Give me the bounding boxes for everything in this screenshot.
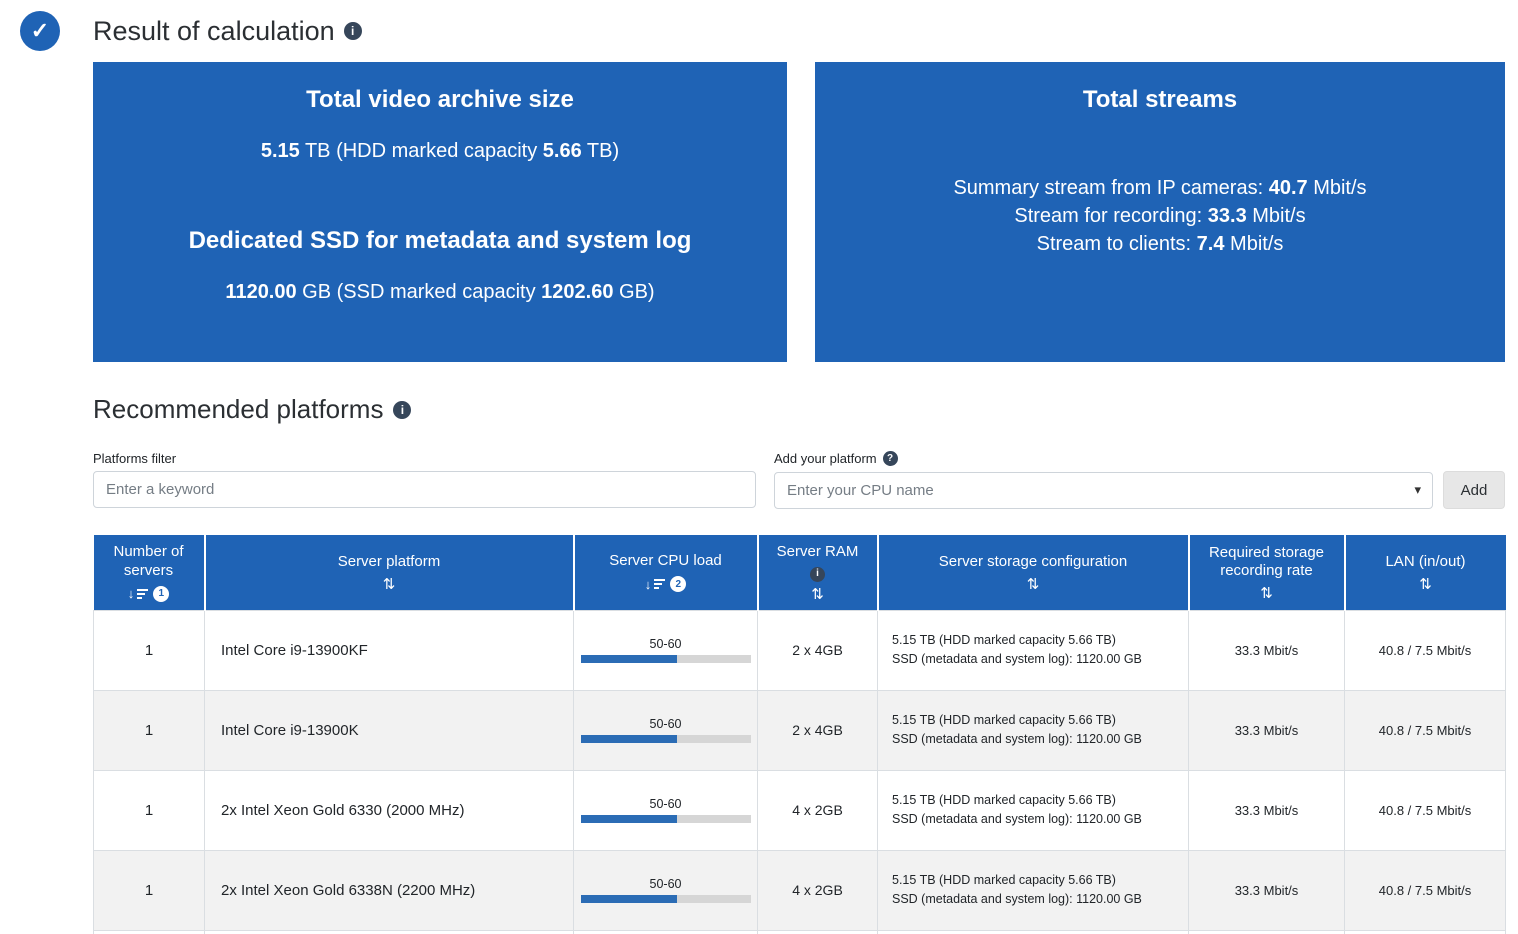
- platform-cell: 2x Intel Xeon Gold 6330 (2000 MHz): [204, 769, 574, 851]
- storage-cell: 5.15 TB (HDD marked capacity 5.66 TB) SS…: [877, 689, 1189, 771]
- sort-icon[interactable]: ⇅: [1027, 577, 1040, 592]
- platform-cell: Intel Core i9-13900KF: [204, 609, 574, 691]
- sort-order-badge: 1: [153, 585, 170, 602]
- page-title: Result of calculation: [93, 15, 335, 46]
- add-platform-button[interactable]: Add: [1443, 471, 1505, 509]
- streams-lines: Summary stream from IP cameras: 40.7 Mbi…: [815, 174, 1505, 258]
- ssd-card-title: Dedicated SSD for metadata and system lo…: [188, 227, 692, 254]
- platforms-filter-input[interactable]: [93, 471, 756, 508]
- sort-order-badge: 2: [670, 576, 687, 593]
- table-header-row: Number of servers ↓ 1 Server platform ⇅ …: [93, 535, 1506, 610]
- cpu-load-bar: [580, 735, 751, 743]
- hdd-size-line: 5.15 TB (HDD marked capacity 5.66 TB): [260, 140, 620, 162]
- rate-cell: 33.3 Mbit/s: [1188, 769, 1345, 851]
- rate-cell: 33.3 Mbit/s: [1188, 849, 1345, 931]
- info-icon[interactable]: i: [343, 22, 362, 40]
- success-check-icon: ✓: [20, 11, 60, 51]
- platforms-filter-label: Platforms filter: [93, 451, 177, 466]
- lan-cell: 40.8 / 7.5 Mbit/s: [1344, 769, 1506, 851]
- servers-count-cell: 1: [93, 769, 205, 851]
- archive-size-card: Total video archive size 5.15 TB (HDD ma…: [93, 62, 787, 362]
- stream-line-clients: Stream to clients: 7.4 Mbit/s: [1036, 233, 1284, 255]
- cpu-name-combobox[interactable]: ▾: [774, 471, 1433, 509]
- platforms-table: Number of servers ↓ 1 Server platform ⇅ …: [93, 535, 1506, 934]
- cpu-load-bar: [580, 655, 751, 663]
- help-icon[interactable]: ?: [882, 451, 898, 466]
- lan-cell: 40.8 / 7.5 Mbit/s: [1344, 609, 1506, 691]
- stream-line-cameras: Summary stream from IP cameras: 40.7 Mbi…: [953, 177, 1367, 199]
- table-row: 1 2x Intel Xeon Gold 6338N (2200 MHz) 50…: [93, 849, 1506, 931]
- sort-icon[interactable]: ⇅: [811, 587, 824, 602]
- sort-amount-icon[interactable]: ↓: [645, 578, 666, 591]
- storage-cell: 5.15 TB (HDD marked capacity 5.66 TB) SS…: [877, 849, 1189, 931]
- recommended-platforms-heading: Recommended platforms i: [93, 394, 1518, 425]
- streams-card-title: Total streams: [1082, 86, 1238, 113]
- table-row: 1 Intel Core i9-13900K 50-60 2 x 4GB 5.1…: [93, 689, 1506, 771]
- ssd-size-line: 1120.00 GB (SSD marked capacity 1202.60 …: [225, 281, 655, 303]
- add-platform-label: Add your platform ?: [774, 451, 1505, 466]
- table-row: 1 Intel Core i9-13900KF 50-60 2 x 4GB 5.…: [93, 609, 1506, 691]
- sort-icon[interactable]: ⇅: [383, 577, 396, 592]
- rate-cell: 33.3 Mbit/s: [1188, 689, 1345, 771]
- column-header-number-of-servers[interactable]: Number of servers ↓ 1: [93, 535, 205, 610]
- cpu-load-range: 50-60: [649, 717, 682, 731]
- column-header-server-platform[interactable]: Server platform ⇅: [203, 535, 574, 610]
- stream-line-recording: Stream for recording: 33.3 Mbit/s: [1014, 205, 1306, 227]
- cpu-load-range: 50-60: [649, 637, 682, 651]
- column-header-lan-in-out[interactable]: LAN (in/out) ⇅: [1343, 535, 1506, 610]
- filters-row: Platforms filter Add your platform ? ▾ A…: [93, 451, 1505, 509]
- platform-cell: Intel Core i9-13900K: [204, 689, 574, 771]
- cpu-load-cell: 50-60: [573, 849, 758, 931]
- cpu-name-input[interactable]: [774, 471, 1433, 509]
- cpu-load-cell: 50-60: [573, 609, 758, 691]
- info-icon[interactable]: i: [810, 566, 825, 582]
- archive-card-title: Total video archive size: [306, 86, 574, 113]
- lan-cell: 40.8 / 7.5 Mbit/s: [1344, 689, 1506, 771]
- add-platform-group: Add your platform ? ▾ Add: [774, 451, 1505, 509]
- cpu-load-cell: 50-60: [573, 689, 758, 771]
- column-header-server-cpu-load[interactable]: Server CPU load ↓ 2: [572, 535, 758, 610]
- lan-cell: 40.8 / 7.5 Mbit/s: [1344, 849, 1506, 931]
- platform-cell: 2x Intel Xeon Gold 6338N (2200 MHz): [204, 849, 574, 931]
- table-row: 1 2x Intel Xeon Gold 6330 (2000 MHz) 50-…: [93, 769, 1506, 851]
- ram-cell: 4 x 2GB: [757, 849, 878, 931]
- servers-count-cell: 1: [93, 689, 205, 771]
- ram-cell: 2 x 4GB: [757, 609, 878, 691]
- ram-cell: 2 x 4GB: [757, 689, 878, 771]
- column-header-required-storage-recording-rate[interactable]: Required storage recording rate ⇅: [1187, 535, 1345, 610]
- cpu-load-bar: [580, 895, 751, 903]
- platforms-filter-group: Platforms filter: [93, 451, 756, 509]
- table-row-partial: [93, 929, 1506, 934]
- servers-count-cell: 1: [93, 849, 205, 931]
- rate-cell: 33.3 Mbit/s: [1188, 609, 1345, 691]
- sort-amount-icon[interactable]: ↓: [128, 587, 149, 600]
- cpu-load-cell: 50-60: [573, 769, 758, 851]
- info-icon[interactable]: i: [393, 400, 412, 419]
- cpu-load-range: 50-60: [649, 797, 682, 811]
- summary-cards: Total video archive size 5.15 TB (HDD ma…: [93, 62, 1505, 362]
- cpu-load-bar: [580, 815, 751, 823]
- ram-cell: 4 x 2GB: [757, 769, 878, 851]
- sort-icon[interactable]: ⇅: [1260, 586, 1273, 601]
- storage-cell: 5.15 TB (HDD marked capacity 5.66 TB) SS…: [877, 609, 1189, 691]
- total-streams-card: Total streams Summary stream from IP cam…: [815, 62, 1505, 362]
- sort-icon[interactable]: ⇅: [1419, 577, 1432, 592]
- servers-count-cell: 1: [93, 609, 205, 691]
- storage-cell: 5.15 TB (HDD marked capacity 5.66 TB) SS…: [877, 769, 1189, 851]
- column-header-server-ram[interactable]: Server RAM i ⇅: [756, 535, 878, 610]
- cpu-load-range: 50-60: [649, 877, 682, 891]
- page-header: ✓ Result of calculation i: [0, 0, 1518, 52]
- column-header-server-storage-configuration[interactable]: Server storage configuration ⇅: [876, 535, 1189, 610]
